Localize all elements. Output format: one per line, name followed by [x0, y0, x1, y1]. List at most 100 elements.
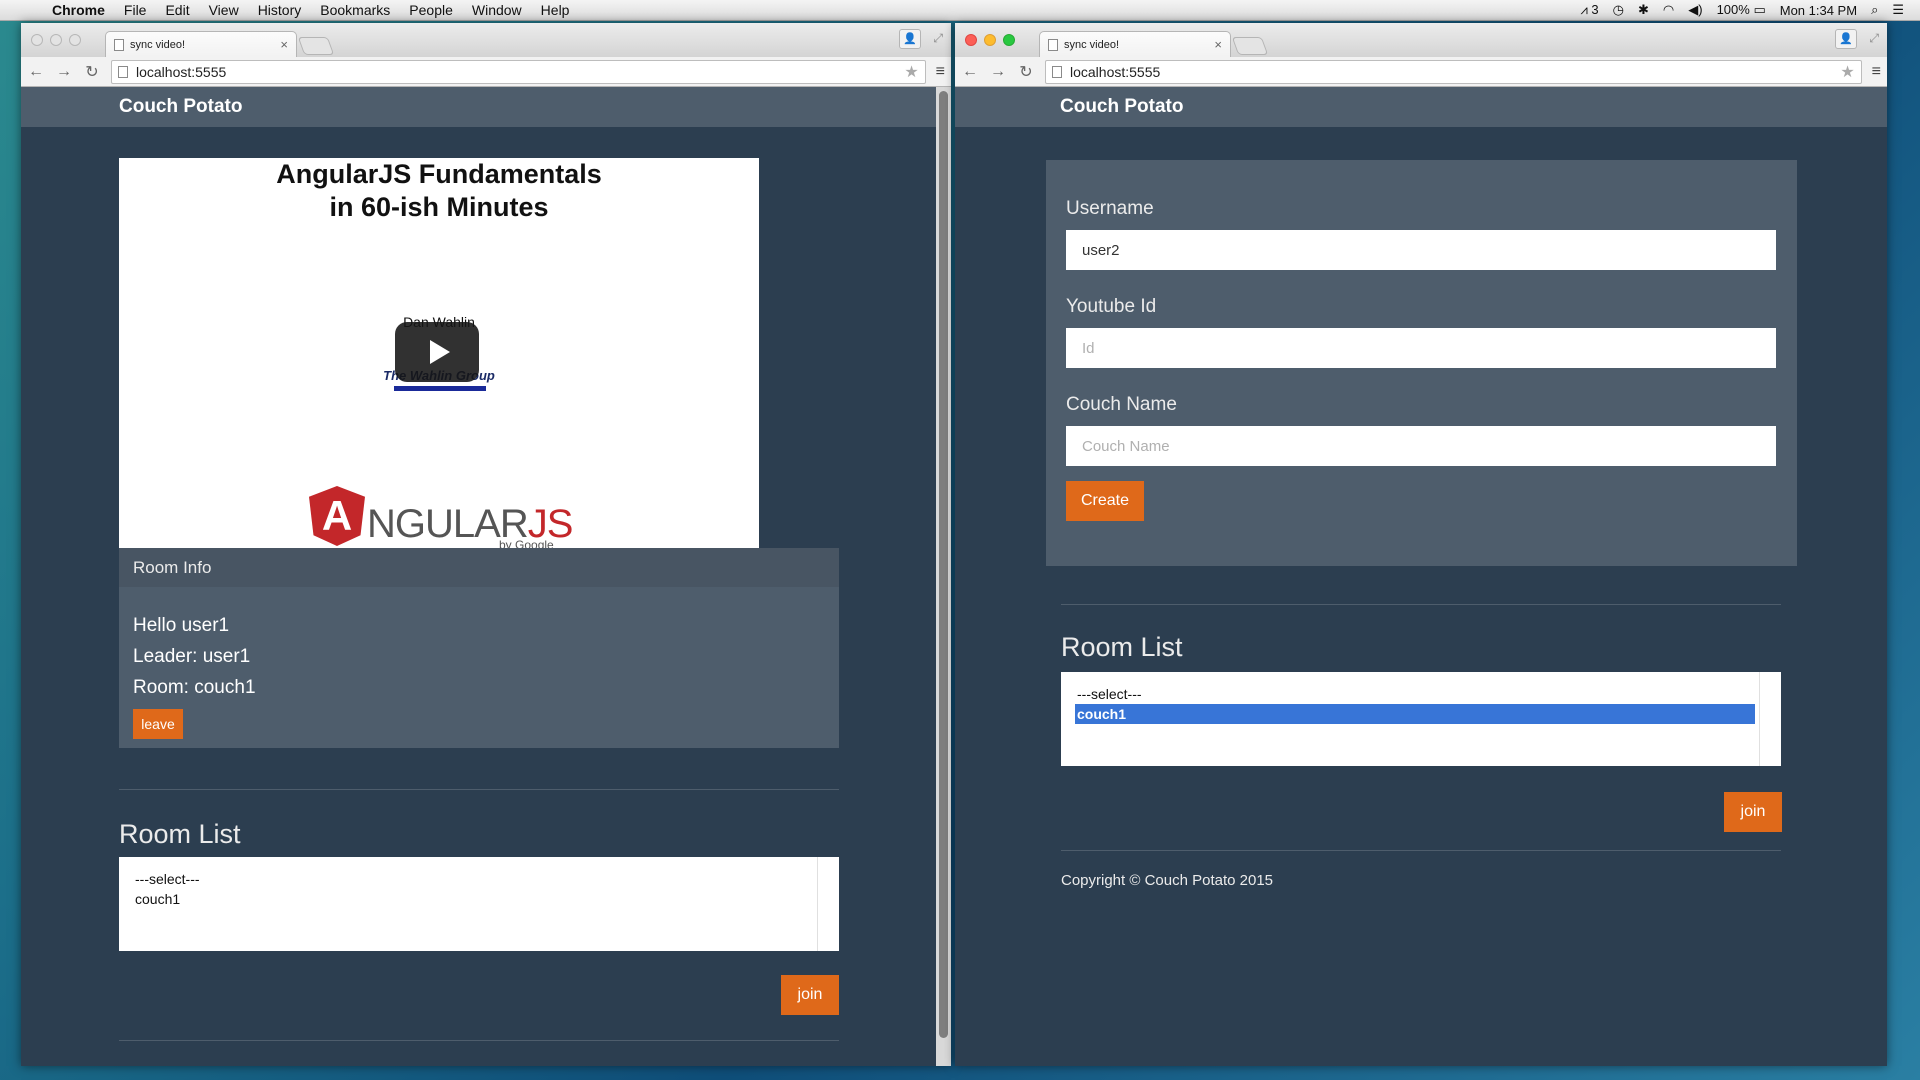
- fullscreen-icon[interactable]: ⤢: [1869, 31, 1879, 46]
- play-icon: [430, 340, 450, 364]
- couch-name-label: Couch Name: [1066, 394, 1177, 415]
- tab-title: sync video!: [130, 38, 186, 51]
- bluetooth-icon[interactable]: ✱: [1638, 2, 1649, 18]
- menu-view[interactable]: View: [209, 2, 239, 18]
- room-option-couch1-selected[interactable]: couch1: [1075, 704, 1755, 724]
- minimize-window-button[interactable]: [984, 34, 996, 46]
- time-machine-icon[interactable]: ◷: [1613, 2, 1624, 18]
- new-tab-button[interactable]: [297, 37, 335, 55]
- back-icon[interactable]: ←: [961, 63, 979, 81]
- menu-history[interactable]: History: [258, 2, 302, 18]
- youtube-video-player[interactable]: AngularJS Fundamentals in 60-ish Minutes…: [119, 158, 759, 552]
- forward-icon[interactable]: →: [55, 63, 73, 81]
- username-value: user2: [1082, 241, 1120, 259]
- list-scrollbar[interactable]: [817, 857, 827, 951]
- zoom-window-button[interactable]: [69, 34, 81, 46]
- browser-window-left: sync video! × 👤 ⤢ ← → ↻ localhost:5555 ★…: [21, 23, 951, 1066]
- username-label: Username: [1066, 198, 1154, 219]
- leave-button[interactable]: leave: [133, 709, 183, 739]
- adobe-notification-icon[interactable]: ⩘ 3: [1580, 2, 1598, 18]
- room-text: Room: couch1: [133, 677, 256, 698]
- clock[interactable]: Mon 1:34 PM: [1780, 3, 1857, 18]
- menu-window[interactable]: Window: [472, 2, 522, 18]
- brand-link[interactable]: Couch Potato: [1060, 96, 1184, 118]
- page-icon: [1052, 65, 1062, 78]
- spotlight-icon[interactable]: ⌕: [1871, 2, 1878, 18]
- url-text: localhost:5555: [136, 63, 227, 80]
- tab-title: sync video!: [1064, 38, 1120, 51]
- profile-icon[interactable]: 👤: [1835, 29, 1857, 49]
- angular-shield-icon: A: [309, 486, 365, 546]
- angularjs-logo: A NGULARJS by Google: [309, 486, 573, 552]
- new-tab-button[interactable]: [1231, 37, 1269, 55]
- wifi-icon[interactable]: ◠: [1663, 2, 1674, 18]
- minimize-window-button[interactable]: [50, 34, 62, 46]
- title-bar: sync video! × 👤 ⤢: [955, 23, 1887, 57]
- menu-edit[interactable]: Edit: [165, 2, 189, 18]
- close-tab-icon[interactable]: ×: [1214, 37, 1222, 52]
- close-window-button[interactable]: [31, 34, 43, 46]
- bookmark-star-icon[interactable]: ★: [1840, 62, 1854, 82]
- room-option-couch1[interactable]: couch1: [133, 889, 813, 909]
- footer-copyright: Copyright © Couch Potato 2015: [1061, 872, 1274, 889]
- scrollbar-thumb[interactable]: [939, 91, 948, 1038]
- play-button[interactable]: [395, 322, 479, 382]
- create-button[interactable]: Create: [1066, 481, 1144, 521]
- company-underline: [394, 386, 486, 391]
- join-button[interactable]: join: [1724, 792, 1782, 832]
- menu-file[interactable]: File: [124, 2, 147, 18]
- bookmark-star-icon[interactable]: ★: [904, 62, 918, 82]
- volume-icon[interactable]: ◀): [1688, 2, 1702, 18]
- brand-link[interactable]: Couch Potato: [119, 96, 243, 118]
- room-option-select[interactable]: ---select---: [1075, 684, 1755, 704]
- video-title-line2: in 60-ish Minutes: [329, 192, 549, 222]
- url-text: localhost:5555: [1070, 63, 1161, 80]
- profile-icon[interactable]: 👤: [899, 29, 921, 49]
- title-bar: sync video! × 👤 ⤢: [21, 23, 951, 57]
- menubar-status-area: ⩘ 3 ◷ ✱ ◠ ◀) 100% ▭ Mon 1:34 PM ⌕ ☰: [1580, 2, 1904, 18]
- menu-people[interactable]: People: [409, 2, 453, 18]
- navbar: Couch Potato: [955, 87, 1887, 127]
- back-icon[interactable]: ←: [27, 63, 45, 81]
- reload-icon[interactable]: ↻: [1017, 62, 1035, 82]
- username-input[interactable]: user2: [1066, 230, 1776, 270]
- youtube-id-input[interactable]: Id: [1066, 328, 1776, 368]
- list-scrollbar[interactable]: [1759, 672, 1769, 766]
- divider: [1061, 850, 1781, 851]
- battery-percent: 100%: [1716, 2, 1750, 17]
- notification-count: 3: [1591, 2, 1599, 17]
- menu-app-chrome[interactable]: Chrome: [52, 2, 105, 18]
- reload-icon[interactable]: ↻: [83, 62, 101, 82]
- page-icon: [118, 65, 128, 78]
- forward-icon[interactable]: →: [989, 63, 1007, 81]
- browser-tab[interactable]: sync video! ×: [105, 31, 297, 57]
- room-option-select[interactable]: ---select---: [133, 869, 813, 889]
- close-window-button[interactable]: [965, 34, 977, 46]
- fullscreen-icon[interactable]: ⤢: [933, 31, 943, 46]
- room-list-select[interactable]: ---select--- couch1: [1061, 672, 1781, 766]
- menu-help[interactable]: Help: [541, 2, 570, 18]
- browser-tab[interactable]: sync video! ×: [1039, 31, 1231, 57]
- navbar: Couch Potato: [21, 87, 951, 127]
- video-title-line1: AngularJS Fundamentals: [276, 159, 602, 189]
- youtube-id-label: Youtube Id: [1066, 296, 1157, 317]
- battery-status[interactable]: 100% ▭: [1717, 2, 1766, 18]
- address-bar[interactable]: localhost:5555 ★: [111, 59, 926, 84]
- address-bar[interactable]: localhost:5555 ★: [1045, 59, 1862, 84]
- browser-toolbar: ← → ↻ localhost:5555 ★ ≡: [955, 57, 1887, 87]
- notification-center-icon[interactable]: ☰: [1892, 2, 1904, 18]
- room-list-select[interactable]: ---select--- couch1: [119, 857, 839, 951]
- chrome-menu-icon[interactable]: ≡: [936, 63, 945, 81]
- room-info-panel: Room Info Hello user1 Leader: user1 Room…: [119, 548, 839, 748]
- close-tab-icon[interactable]: ×: [280, 37, 288, 52]
- window-controls: [31, 34, 81, 46]
- menu-bookmarks[interactable]: Bookmarks: [320, 2, 390, 18]
- room-list-heading: Room List: [1061, 632, 1183, 662]
- join-button[interactable]: join: [781, 975, 839, 1015]
- zoom-window-button[interactable]: [1003, 34, 1015, 46]
- page-scrollbar[interactable]: [936, 87, 951, 1066]
- room-list-heading: Room List: [119, 819, 241, 849]
- greeting-text: Hello user1: [133, 615, 230, 636]
- couch-name-input[interactable]: Couch Name: [1066, 426, 1776, 466]
- chrome-menu-icon[interactable]: ≡: [1872, 63, 1881, 81]
